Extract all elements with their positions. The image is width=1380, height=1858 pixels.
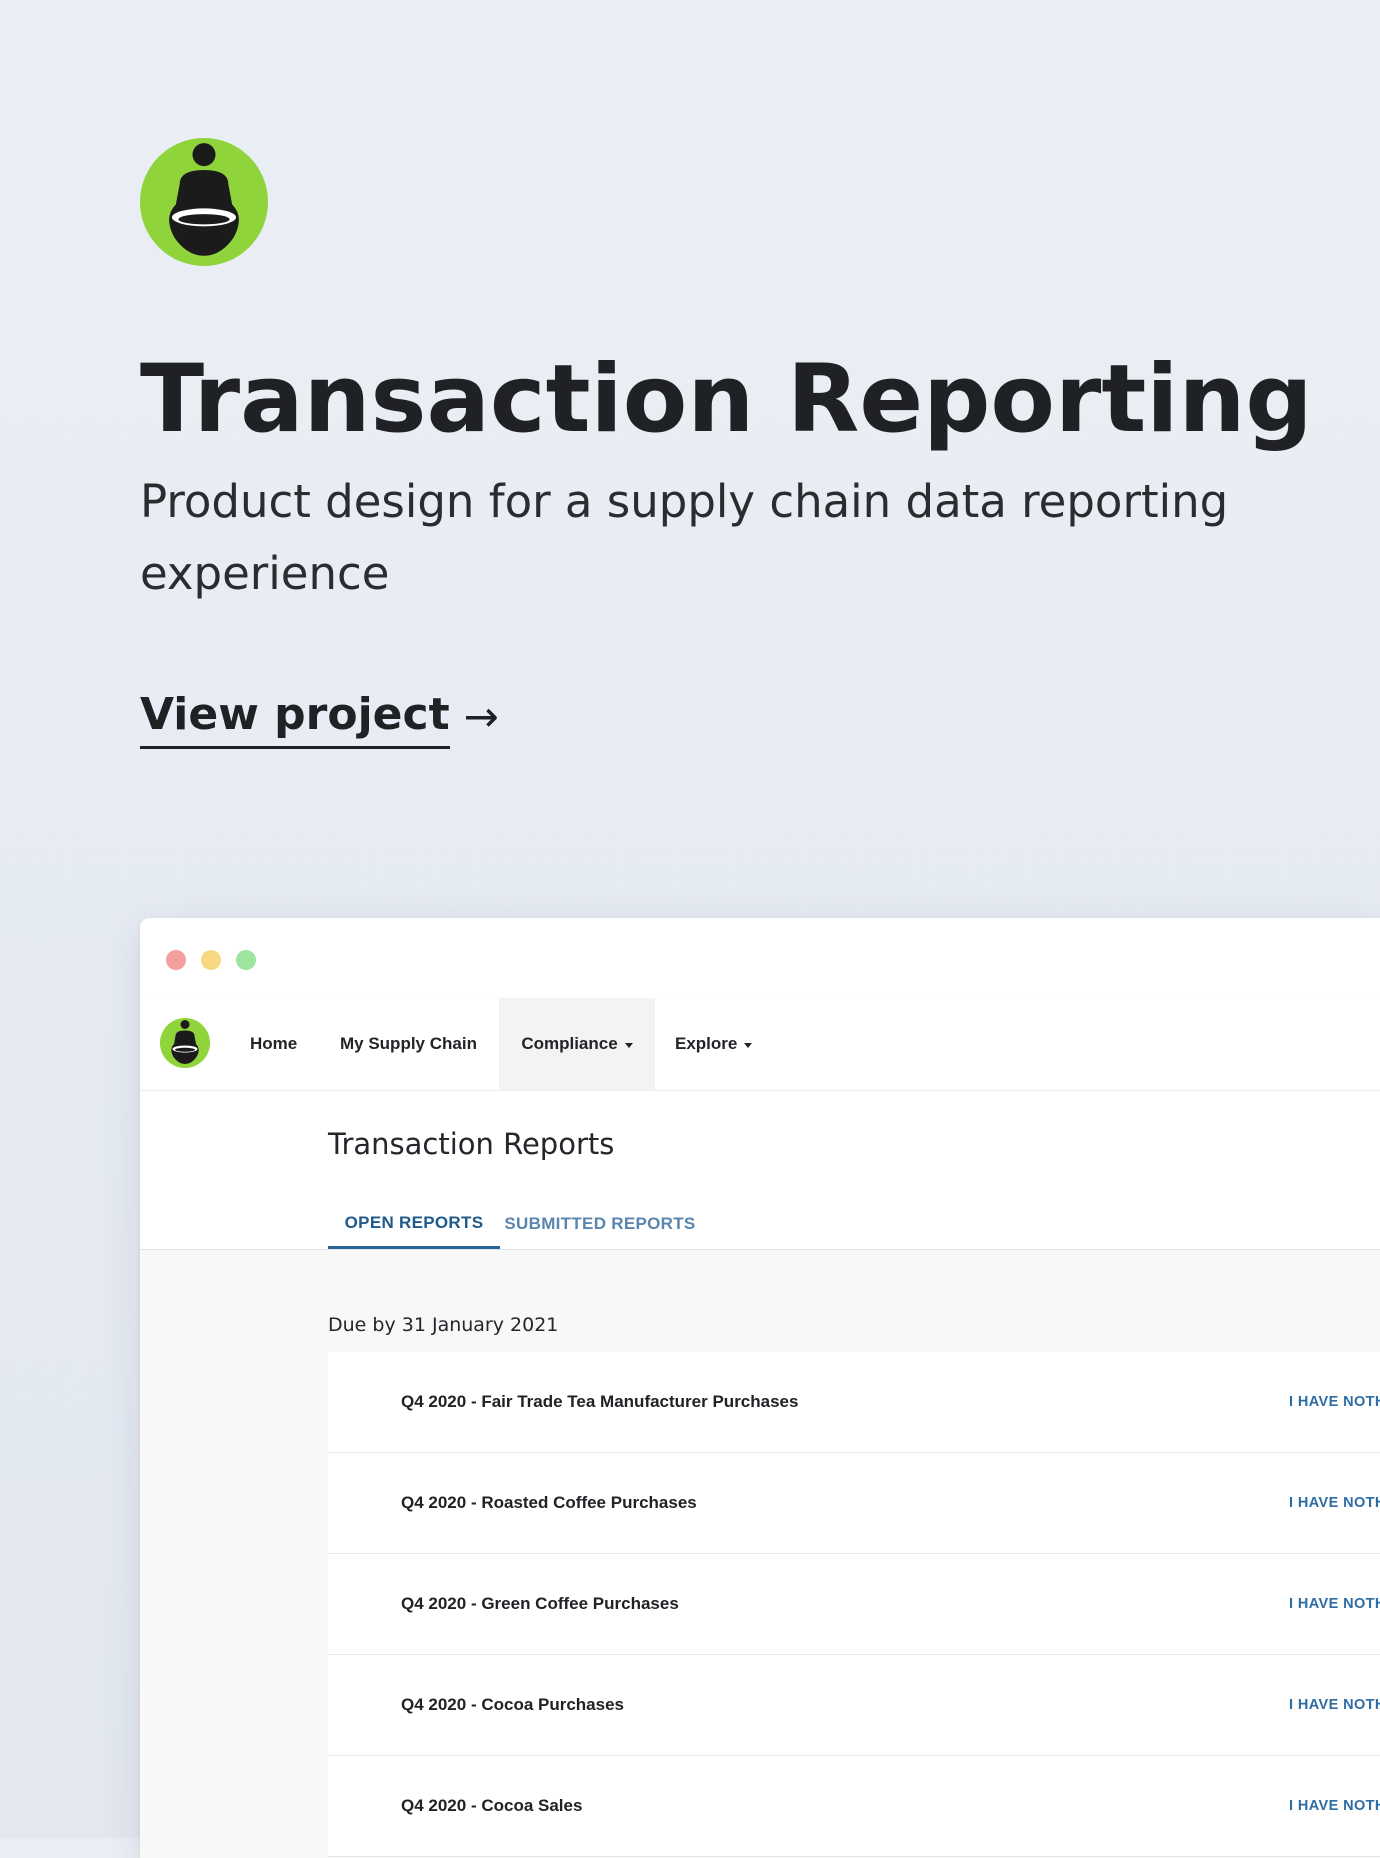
report-row[interactable]: Q4 2020 - Roasted Coffee Purchases I HAV… — [328, 1453, 1380, 1554]
nav-item-explore[interactable]: Explore — [675, 998, 753, 1090]
nav-item-my-supply-chain[interactable]: My Supply Chain — [340, 998, 477, 1090]
window-maximize-dot[interactable] — [236, 950, 256, 970]
nothing-to-report-button[interactable]: I HAVE NOTH — [1289, 1352, 1380, 1452]
tab-open-reports[interactable]: OPEN REPORTS — [328, 1199, 500, 1249]
due-date-label: Due by 31 January 2021 — [328, 1314, 559, 1336]
window-titlebar — [140, 918, 1380, 998]
nothing-to-report-button[interactable]: I HAVE NOTH — [1289, 1453, 1380, 1553]
nav-item-label: Compliance — [521, 1034, 618, 1053]
app-navbar: Home My Supply Chain Compliance Explore — [140, 998, 1380, 1091]
nav-item-label: My Supply Chain — [340, 1034, 477, 1053]
report-row[interactable]: Q4 2020 - Cocoa Purchases I HAVE NOTH — [328, 1655, 1380, 1756]
reports-title: Transaction Reports — [328, 1127, 615, 1161]
report-name: Q4 2020 - Fair Trade Tea Manufacturer Pu… — [401, 1392, 799, 1411]
tab-label: SUBMITTED REPORTS — [504, 1214, 696, 1233]
report-name: Q4 2020 - Green Coffee Purchases — [401, 1594, 679, 1613]
nav-item-label: Home — [250, 1034, 298, 1053]
nav-item-home[interactable]: Home — [250, 998, 297, 1090]
nothing-to-report-button[interactable]: I HAVE NOTH — [1289, 1756, 1380, 1856]
caret-down-icon — [624, 1042, 633, 1048]
window-close-dot[interactable] — [166, 950, 186, 970]
nav-item-label: Explore — [675, 1034, 738, 1053]
tab-label: OPEN REPORTS — [344, 1212, 484, 1232]
reports-header: Transaction Reports OPEN REPORTS SUBMITT… — [140, 1091, 1380, 1250]
caret-down-icon — [744, 1042, 753, 1048]
page-title: Transaction Reporting — [140, 345, 1313, 454]
report-name: Q4 2020 - Roasted Coffee Purchases — [401, 1493, 697, 1512]
app-window-mockup: Home My Supply Chain Compliance Explore … — [140, 918, 1380, 1858]
arrow-right-icon: → — [463, 691, 499, 741]
page-subtitle: Product design for a supply chain data r… — [140, 475, 1229, 600]
view-project-link[interactable]: View project → — [140, 684, 499, 749]
view-project-label: View project — [140, 684, 450, 749]
report-row[interactable]: Q4 2020 - Green Coffee Purchases I HAVE … — [328, 1554, 1380, 1655]
app-logo-icon[interactable] — [160, 1018, 210, 1068]
report-row[interactable]: Q4 2020 - Fair Trade Tea Manufacturer Pu… — [328, 1352, 1380, 1453]
report-list: Q4 2020 - Fair Trade Tea Manufacturer Pu… — [328, 1352, 1380, 1857]
window-minimize-dot[interactable] — [201, 950, 221, 970]
report-name: Q4 2020 - Cocoa Purchases — [401, 1695, 625, 1714]
report-name: Q4 2020 - Cocoa Sales — [401, 1796, 583, 1815]
nothing-to-report-button[interactable]: I HAVE NOTH — [1289, 1554, 1380, 1654]
nav-item-compliance[interactable]: Compliance — [499, 998, 655, 1090]
nothing-to-report-button[interactable]: I HAVE NOTH — [1289, 1655, 1380, 1755]
tab-submitted-reports[interactable]: SUBMITTED REPORTS — [500, 1199, 700, 1249]
brand-logo-icon — [140, 138, 268, 266]
report-row[interactable]: Q4 2020 - Cocoa Sales I HAVE NOTH — [328, 1756, 1380, 1857]
